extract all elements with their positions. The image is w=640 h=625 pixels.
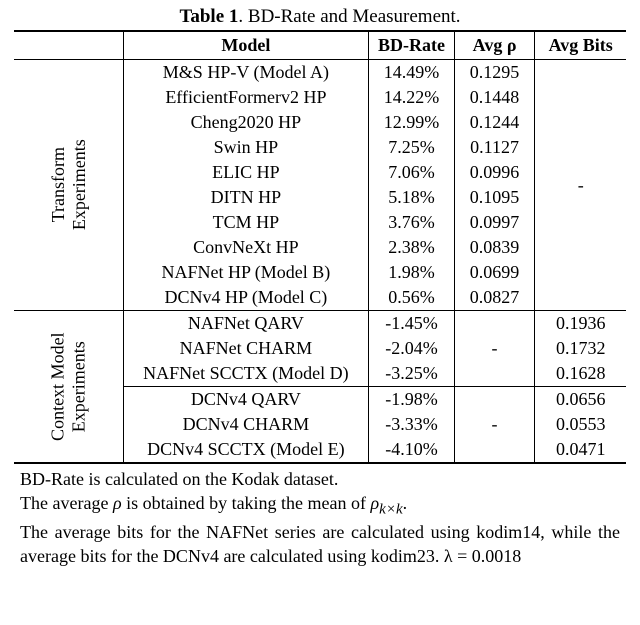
cell-rho: 0.0699 [454, 260, 535, 285]
cell-bd: -1.45% [369, 311, 454, 337]
cell-model: DCNv4 HP (Model C) [123, 285, 369, 311]
col-bits: Avg Bits [535, 31, 626, 60]
cell-rho: 0.1244 [454, 110, 535, 135]
table-row: Transform Experiments M&S HP-V (Model A)… [14, 60, 626, 86]
cell-bits: 0.0471 [535, 437, 626, 463]
footnote-2: The average ρ is obtained by taking the … [20, 492, 620, 520]
cell-model: ELIC HP [123, 160, 369, 185]
group-transform-label: Transform Experiments [14, 60, 123, 311]
group-context-l2: Experiments [68, 341, 88, 432]
cell-model: M&S HP-V (Model A) [123, 60, 369, 86]
rho-symbol: ρ [113, 493, 122, 513]
cell-rho: 0.1095 [454, 185, 535, 210]
cell-bd: -1.98% [369, 387, 454, 413]
cell-bd: 5.18% [369, 185, 454, 210]
cell-bits-dash-transform: - [535, 60, 626, 311]
col-rho: Avg ρ [454, 31, 535, 60]
cell-bits: 0.0553 [535, 412, 626, 437]
table-header-row: Model BD-Rate Avg ρ Avg Bits [14, 31, 626, 60]
footnote-3: The average bits for the NAFNet series a… [20, 521, 620, 568]
footnote-2-a: The average [20, 493, 113, 513]
cell-bits: 0.1628 [535, 361, 626, 387]
group-transform-l2: Experiments [68, 139, 88, 230]
cell-model: NAFNet CHARM [123, 336, 369, 361]
cell-model: DCNv4 SCCTX (Model E) [123, 437, 369, 463]
cell-model: DITN HP [123, 185, 369, 210]
group-context-label: Context Model Experiments [14, 311, 123, 464]
cell-bd: -4.10% [369, 437, 454, 463]
cell-bd: 0.56% [369, 285, 454, 311]
table-row: Context Model Experiments NAFNet QARV -1… [14, 311, 626, 337]
cell-model: ConvNeXt HP [123, 235, 369, 260]
footnote-2-b: is obtained by taking the mean of [122, 493, 371, 513]
cell-rho: 0.0839 [454, 235, 535, 260]
cell-rho: 0.0996 [454, 160, 535, 185]
cell-rho-dash-naf: - [454, 311, 535, 387]
cell-rho: 0.1448 [454, 85, 535, 110]
table-footnotes: BD-Rate is calculated on the Kodak datas… [14, 468, 626, 568]
cell-rho: 0.1127 [454, 135, 535, 160]
cell-bd: -2.04% [369, 336, 454, 361]
cell-model: TCM HP [123, 210, 369, 235]
col-group-blank [14, 31, 123, 60]
cell-bd: 14.49% [369, 60, 454, 86]
cell-bd: -3.25% [369, 361, 454, 387]
cell-model: DCNv4 QARV [123, 387, 369, 413]
table-caption: Table 1. BD-Rate and Measurement. [14, 6, 626, 28]
cell-rho: 0.1295 [454, 60, 535, 86]
results-table: Model BD-Rate Avg ρ Avg Bits Transform E… [14, 30, 626, 464]
cell-model: EfficientFormerv2 HP [123, 85, 369, 110]
cell-bd: 2.38% [369, 235, 454, 260]
footnote-1: BD-Rate is calculated on the Kodak datas… [20, 468, 620, 491]
cell-model: Swin HP [123, 135, 369, 160]
cell-rho: 0.0827 [454, 285, 535, 311]
cell-model: DCNv4 CHARM [123, 412, 369, 437]
rho-subscript: k×k [379, 502, 402, 518]
cell-bd: 14.22% [369, 85, 454, 110]
cell-bits: 0.1936 [535, 311, 626, 337]
col-bd: BD-Rate [369, 31, 454, 60]
cell-bd: 1.98% [369, 260, 454, 285]
cell-bd: 7.06% [369, 160, 454, 185]
cell-model: NAFNet HP (Model B) [123, 260, 369, 285]
footnote-2-c: . [403, 493, 408, 513]
cell-rho-dash-dcn: - [454, 387, 535, 464]
cell-bd: 7.25% [369, 135, 454, 160]
cell-bits: 0.0656 [535, 387, 626, 413]
cell-bits: 0.1732 [535, 336, 626, 361]
group-transform-l1: Transform [48, 147, 68, 222]
rho-symbol-sub: ρ [371, 493, 380, 513]
caption-text: . BD-Rate and Measurement. [238, 6, 460, 27]
caption-lead: Table 1 [179, 6, 238, 27]
cell-model: NAFNet SCCTX (Model D) [123, 361, 369, 387]
col-model: Model [123, 31, 369, 60]
group-context-l1: Context Model [48, 332, 68, 441]
cell-bd: 3.76% [369, 210, 454, 235]
cell-bd: 12.99% [369, 110, 454, 135]
cell-model: Cheng2020 HP [123, 110, 369, 135]
cell-model: NAFNet QARV [123, 311, 369, 337]
cell-rho: 0.0997 [454, 210, 535, 235]
cell-bd: -3.33% [369, 412, 454, 437]
